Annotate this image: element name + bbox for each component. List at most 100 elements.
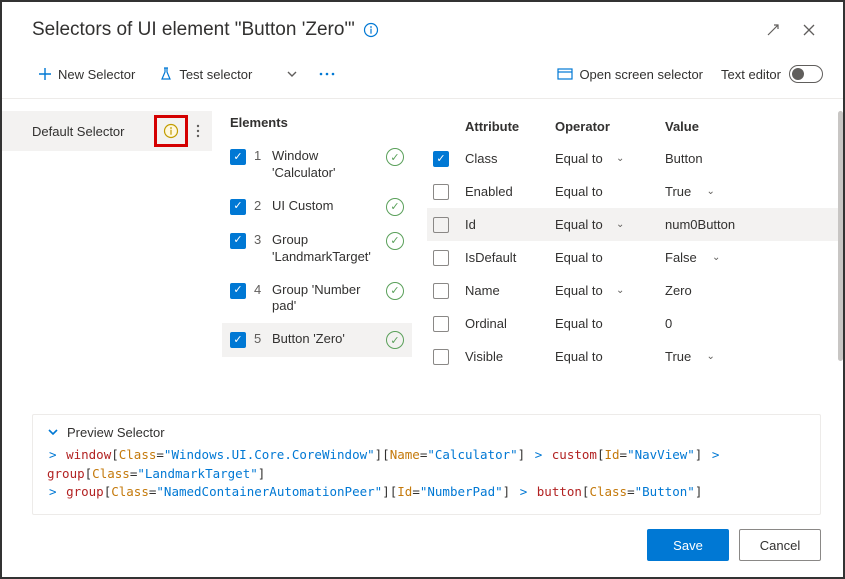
chevron-down-icon: ⌄ — [706, 186, 714, 197]
col-attribute: Attribute — [465, 119, 545, 134]
element-name: Button 'Zero' — [272, 331, 378, 348]
attribute-name: Ordinal — [465, 316, 545, 331]
attributes-column: Attribute Operator Value Class Equal to ⌄… — [412, 99, 843, 408]
attributes-header: Attribute Operator Value — [427, 111, 839, 142]
chevron-down-icon: ⌄ — [712, 252, 720, 263]
operator-dropdown[interactable]: Equal to — [555, 349, 655, 364]
test-selector-label: Test selector — [179, 67, 252, 82]
dialog-title: Selectors of UI element "Button 'Zero'" — [32, 19, 355, 41]
toolbar: New Selector Test selector Open screen s… — [2, 54, 843, 99]
preview-toggle[interactable]: Preview Selector — [47, 425, 806, 440]
value-cell[interactable]: num0Button — [665, 217, 833, 232]
sidebar-item-more-icon[interactable] — [192, 124, 204, 138]
element-row[interactable]: 3 Group 'LandmarkTarget' — [222, 224, 412, 274]
sidebar-item-default-selector[interactable]: Default Selector — [2, 111, 212, 151]
restore-icon[interactable] — [759, 16, 787, 44]
element-row[interactable]: 1Window 'Calculator' — [222, 140, 412, 190]
checkbox[interactable] — [230, 332, 246, 348]
titlebar: Selectors of UI element "Button 'Zero'" — [2, 2, 843, 54]
element-name: Group 'Number pad' — [272, 282, 378, 316]
save-button[interactable]: Save — [647, 529, 729, 561]
info-icon[interactable] — [363, 22, 379, 38]
cancel-button[interactable]: Cancel — [739, 529, 821, 561]
open-screen-selector-button[interactable]: Open screen selector — [551, 63, 709, 86]
checkbox[interactable] — [433, 250, 449, 266]
value-cell[interactable]: Button — [665, 151, 833, 166]
checkbox[interactable] — [433, 349, 449, 365]
chevron-down-icon: ⌄ — [616, 219, 624, 230]
preview-heading: Preview Selector — [67, 425, 165, 440]
attribute-name: Id — [465, 217, 545, 232]
more-icon[interactable] — [313, 60, 341, 88]
checkbox[interactable] — [433, 217, 449, 233]
operator-dropdown[interactable]: Equal to ⌄ — [555, 151, 655, 166]
value-cell[interactable]: False ⌄ — [665, 250, 833, 265]
col-operator: Operator — [555, 119, 655, 134]
operator-dropdown[interactable]: Equal to — [555, 184, 655, 199]
open-screen-selector-label: Open screen selector — [579, 67, 703, 82]
text-editor-toggle[interactable] — [789, 65, 823, 83]
operator-dropdown[interactable]: Equal to — [555, 316, 655, 331]
valid-icon — [386, 331, 404, 349]
attribute-row[interactable]: Id Equal to ⌄ num0Button — [427, 208, 839, 241]
element-index: 4 — [254, 282, 264, 297]
attribute-name: Enabled — [465, 184, 545, 199]
warning-highlight — [154, 115, 188, 147]
valid-icon — [386, 232, 404, 250]
element-name: UI Custom — [272, 198, 378, 215]
attribute-row[interactable]: Enabled Equal to True ⌄ — [427, 175, 839, 208]
attribute-name: IsDefault — [465, 250, 545, 265]
checkbox[interactable] — [433, 184, 449, 200]
chevron-down-icon: ⌄ — [616, 153, 624, 164]
element-index: 2 — [254, 198, 264, 213]
attribute-row[interactable]: Visible Equal to True ⌄ — [427, 340, 839, 373]
element-row[interactable]: 2 UI Custom — [222, 190, 412, 224]
preview-panel: Preview Selector > window[Class="Windows… — [32, 414, 821, 515]
element-row[interactable]: 5 Button 'Zero' — [222, 323, 412, 357]
col-value: Value — [665, 119, 833, 134]
attribute-row[interactable]: Name Equal to ⌄ Zero — [427, 274, 839, 307]
scrollbar[interactable] — [838, 111, 843, 361]
operator-dropdown[interactable]: Equal to ⌄ — [555, 217, 655, 232]
sidebar-item-label: Default Selector — [32, 124, 148, 139]
selector-list-sidebar: Default Selector — [2, 99, 212, 408]
chevron-down-icon — [47, 426, 59, 438]
checkbox[interactable] — [230, 149, 246, 165]
warning-icon — [163, 123, 179, 139]
attribute-name: Class — [465, 151, 545, 166]
new-selector-label: New Selector — [58, 67, 135, 82]
checkbox[interactable] — [433, 283, 449, 299]
element-index: 3 — [254, 232, 264, 247]
operator-dropdown[interactable]: Equal to ⌄ — [555, 283, 655, 298]
attribute-row[interactable]: Ordinal Equal to 0 — [427, 307, 839, 340]
attribute-name: Visible — [465, 349, 545, 364]
flask-icon — [159, 67, 173, 81]
checkbox[interactable] — [230, 283, 246, 299]
close-icon[interactable] — [795, 16, 823, 44]
attribute-row[interactable]: Class Equal to ⌄ Button — [427, 142, 839, 175]
element-index: 1 — [254, 148, 264, 163]
elements-column: Elements 1Window 'Calculator' 2 UI Custom 3… — [212, 99, 412, 408]
attribute-row[interactable]: IsDefault Equal to False ⌄ — [427, 241, 839, 274]
test-selector-chevron-icon[interactable] — [283, 60, 301, 88]
text-editor-label: Text editor — [721, 67, 781, 82]
value-cell[interactable]: True ⌄ — [665, 349, 833, 364]
element-index: 5 — [254, 331, 264, 346]
value-cell[interactable]: True ⌄ — [665, 184, 833, 199]
chevron-down-icon: ⌄ — [706, 351, 714, 362]
test-selector-button[interactable]: Test selector — [153, 63, 258, 86]
checkbox[interactable] — [230, 233, 246, 249]
attribute-name: Name — [465, 283, 545, 298]
elements-heading: Elements — [222, 111, 412, 140]
operator-dropdown[interactable]: Equal to — [555, 250, 655, 265]
element-name: Group 'LandmarkTarget' — [272, 232, 378, 266]
value-cell[interactable]: 0 — [665, 316, 833, 331]
valid-icon — [386, 148, 404, 166]
value-cell[interactable]: Zero — [665, 283, 833, 298]
checkbox[interactable] — [433, 316, 449, 332]
checkbox[interactable] — [230, 199, 246, 215]
element-row[interactable]: 4 Group 'Number pad' — [222, 274, 412, 324]
checkbox[interactable] — [433, 151, 449, 167]
new-selector-button[interactable]: New Selector — [32, 63, 141, 86]
valid-icon — [386, 198, 404, 216]
